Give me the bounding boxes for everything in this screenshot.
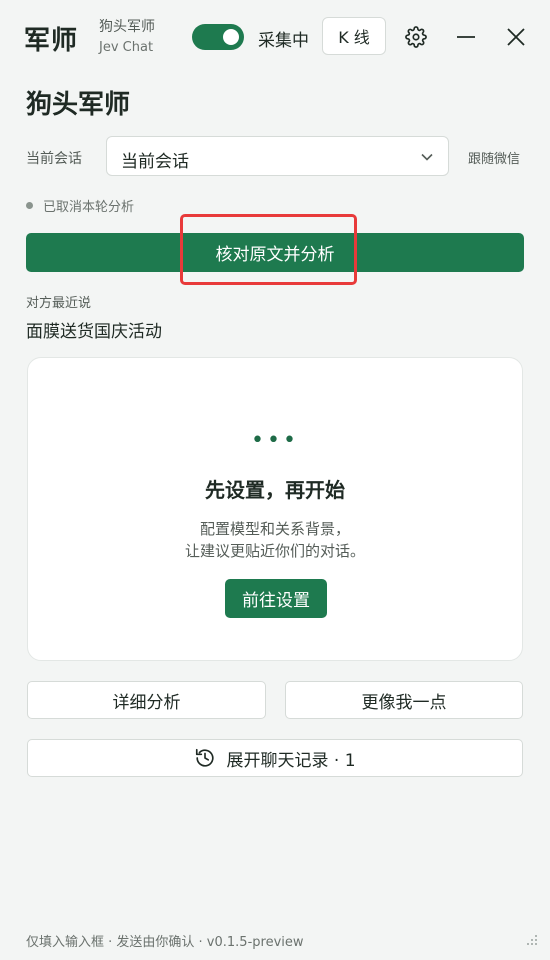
expand-history-label: 展开聊天记录 · 1 [226,750,356,771]
kline-button[interactable]: K 线 [322,17,386,55]
titlebar: 军师 狗头军师 Jev Chat 采集中 K 线 [0,0,550,76]
close-button[interactable] [501,22,531,52]
collect-toggle[interactable] [192,24,244,50]
history-icon [196,748,215,767]
goto-settings-button[interactable]: 前往设置 [225,579,327,618]
resize-grip-icon[interactable] [526,934,538,946]
minimize-button[interactable] [451,22,481,52]
gear-icon [405,26,427,48]
card-description-line1: 配置模型和关系背景， [199,520,350,538]
app-name: 狗头军师 [99,19,155,35]
status-text: 已取消本轮分析 [43,200,135,215]
status-dot-icon [26,202,33,209]
settings-button[interactable] [401,22,431,52]
peer-label: 对方最近说 [26,296,92,311]
verify-and-analyze-button[interactable]: 核对原文并分析 [26,233,524,272]
toggle-knob [223,29,239,45]
status-line: 已取消本轮分析 [26,196,134,215]
follow-wechat-link[interactable]: 跟随微信 [468,148,520,167]
ellipsis-icon: ••• [251,428,299,453]
session-select-value: 当前会话 [121,152,189,172]
setup-card: ••• 先设置，再开始 配置模型和关系背景， 让建议更贴近你们的对话。 前往设置 [27,357,523,661]
footer-text: 仅填入输入框 · 发送由你确认 · v0.1.5-preview [26,935,304,950]
expand-history-button[interactable]: 展开聊天记录 · 1 [27,739,523,777]
detail-analysis-button[interactable]: 详细分析 [27,681,266,719]
peer-message: 面膜送货国庆活动 [26,322,162,342]
session-select[interactable]: 当前会话 [106,136,449,176]
app-subtitle: Jev Chat [99,40,154,55]
session-label: 当前会话 [26,151,82,167]
collect-label: 采集中 [258,31,309,51]
page-title: 狗头军师 [26,90,131,120]
card-description-line2: 让建议更贴近你们的对话。 [184,542,365,560]
app-logo: 军师 [24,26,79,56]
chevron-down-icon [421,153,433,161]
minimize-icon [457,36,475,38]
close-icon [507,28,525,46]
more-like-me-button[interactable]: 更像我一点 [285,681,523,719]
card-title: 先设置，再开始 [205,478,345,502]
